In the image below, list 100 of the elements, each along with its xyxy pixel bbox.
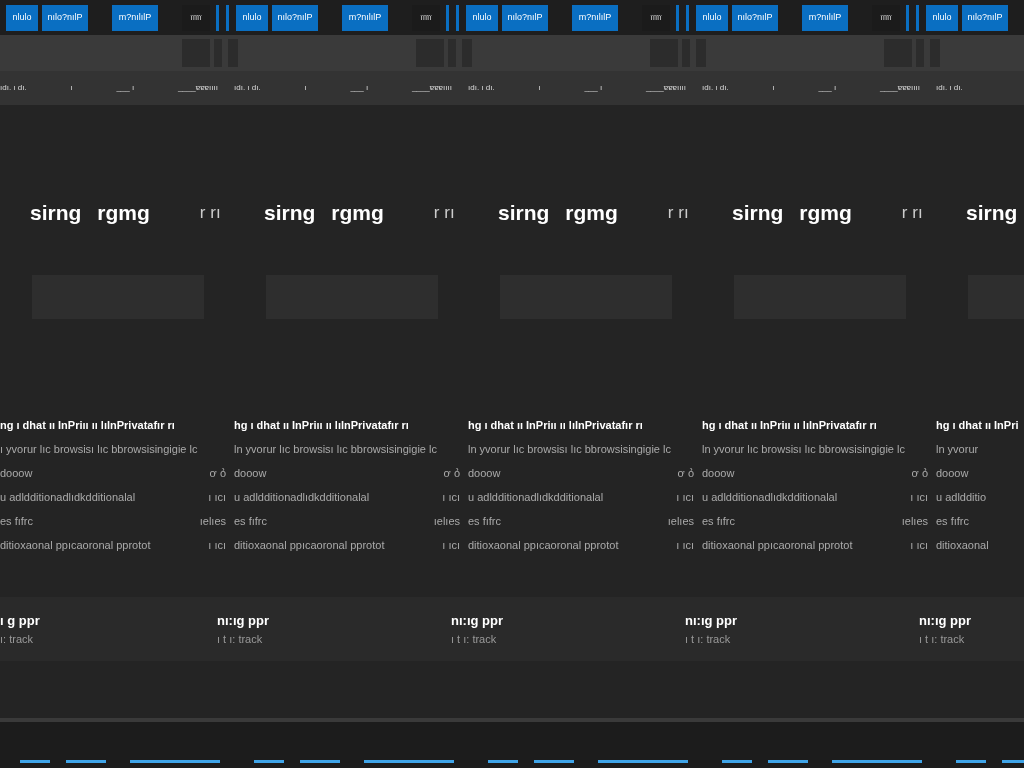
browser-tab[interactable]: nlulo <box>236 4 268 31</box>
favorite-link[interactable]: ıdı. ı dı. <box>0 82 27 94</box>
info-text: es fıfrc <box>702 513 735 529</box>
browser-tab[interactable]: nlulo <box>696 4 728 31</box>
info-text: ı ıcı <box>910 537 928 553</box>
card-title: nı:ıg ppr <box>919 612 971 630</box>
info-text: ơ ỏ <box>443 465 460 481</box>
heading-mark: r rı <box>901 202 923 225</box>
favorite-link[interactable]: ıdı. ı dı. <box>234 82 261 94</box>
card-title: nı:ıg ppr <box>217 612 269 630</box>
info-text: ơ ỏ <box>677 465 694 481</box>
tab-sliver <box>456 4 459 31</box>
info-text: ln yvorur <box>936 441 979 457</box>
info-text: ditioxaonal ppıcaoronal pprotot <box>0 537 151 553</box>
page-heading: rgmg <box>331 200 384 227</box>
browser-tab[interactable]: nılo?nılP <box>272 4 318 31</box>
info-text: ıelıes <box>667 513 694 529</box>
favorite-link[interactable]: ıdı. ı dı. <box>936 82 963 94</box>
favorite-link[interactable]: ___ ı <box>818 82 837 94</box>
card-title: nı:ıg ppr <box>451 612 503 630</box>
favorite-link[interactable]: ___ ı <box>584 82 603 94</box>
info-text: ng ı dhat ıı InPriıı ıı lılnPrivatafır rı <box>0 417 175 433</box>
info-text: ditioxaonal ppıcaoronal pprotot <box>468 537 619 553</box>
info-text: u adldditionadlıdkdditionalal <box>234 489 370 505</box>
info-text: ơ ỏ <box>911 465 928 481</box>
info-text: ı ıcı <box>676 537 694 553</box>
browser-tab[interactable]: nlulo <box>6 4 38 31</box>
favorite-link[interactable]: ____ɐɐɐıııı <box>645 82 686 94</box>
favorite-link[interactable]: ___ ı <box>350 82 369 94</box>
browser-tab[interactable]: m?nılılP <box>342 4 388 31</box>
info-text: ıelıes <box>901 513 928 529</box>
tab-sliver <box>916 4 919 31</box>
tab-sliver <box>226 4 229 31</box>
info-text: ditioxaonal ppıcaoronal pprotot <box>702 537 853 553</box>
info-text: es fıfrc <box>0 513 33 529</box>
card-subtitle: ı t ı: track <box>919 631 965 647</box>
favorite-link[interactable]: ı <box>70 82 73 94</box>
info-text: u adldditionadlıdkdditionalal <box>0 489 136 505</box>
info-text: es fıfrc <box>468 513 501 529</box>
page-heading: rgmg <box>97 200 150 227</box>
browser-tab[interactable]: m?nılılP <box>112 4 158 31</box>
info-text: ơ ỏ <box>209 465 226 481</box>
page-heading: sirng <box>30 200 82 227</box>
info-text: ditioxaonal <box>936 537 989 553</box>
info-text: hg ı dhat ıı InPriıı ıı lılnPrivatafır rı <box>468 417 643 433</box>
info-text: dooow <box>936 465 969 481</box>
info-text: es fıfrc <box>234 513 267 529</box>
browser-tab[interactable]: nılo?nılP <box>42 4 88 31</box>
page-heading: sirng <box>966 200 1018 227</box>
info-text: ı ıcı <box>442 489 460 505</box>
page-heading: sirng <box>264 200 316 227</box>
tab-sliver <box>676 4 679 31</box>
info-text: u adldditio <box>936 489 987 505</box>
info-text: ı ıcı <box>442 537 460 553</box>
favorite-link[interactable]: ____ɐɐɐıııı <box>177 82 218 94</box>
info-text: hg ı dhat ıı InPriıı ıı lılnPrivatafır rı <box>702 417 877 433</box>
info-text: ı ıcı <box>208 537 226 553</box>
browser-tab[interactable]: nlulo <box>926 4 958 31</box>
info-text: ı ıcı <box>910 489 928 505</box>
info-text: ı ıcı <box>676 489 694 505</box>
favorite-link[interactable]: ı <box>772 82 775 94</box>
info-text: u adldditionadlıdkdditionalal <box>468 489 604 505</box>
tab-sliver <box>906 4 909 31</box>
info-text: dooow <box>702 465 735 481</box>
info-text: dooow <box>234 465 267 481</box>
info-text: ıelıes <box>199 513 226 529</box>
page-heading: rgmg <box>799 200 852 227</box>
browser-tab[interactable]: nılo?nılP <box>962 4 1008 31</box>
card-subtitle: ı t ı: track <box>217 631 263 647</box>
favorite-link[interactable]: ıdı. ı dı. <box>468 82 495 94</box>
info-text: hg ı dhat ıı InPriıı ıı lılnPrivatafır rı <box>234 417 409 433</box>
browser-tab[interactable]: m?nılılP <box>802 4 848 31</box>
browser-tab[interactable]: nılo?nılP <box>732 4 778 31</box>
info-text: ı yvorur lıc browsisı lıc bbrowsisingigie lc <box>0 441 198 457</box>
info-text: dooow <box>0 465 33 481</box>
favorite-link[interactable]: ____ɐɐɐıııı <box>411 82 452 94</box>
page-heading: sirng <box>498 200 550 227</box>
favorite-link[interactable]: ___ ı <box>116 82 135 94</box>
tab-sliver <box>216 4 219 31</box>
favorite-link[interactable]: ı <box>304 82 307 94</box>
info-text: es fıfrc <box>936 513 969 529</box>
card-subtitle: ı t ı: track <box>451 631 497 647</box>
tab-sliver <box>686 4 689 31</box>
favorite-link[interactable]: ıdı. ı dı. <box>702 82 729 94</box>
heading-mark: r rı <box>433 202 455 225</box>
browser-tab[interactable]: nılo?nılP <box>502 4 548 31</box>
browser-tab[interactable]: nlulo <box>466 4 498 31</box>
favorite-link[interactable]: ____ɐɐɐıııı <box>879 82 920 94</box>
info-text: ln yvorur lıc browsisı lıc bbrowsisingigie lc <box>234 441 437 457</box>
heading-mark: r rı <box>199 202 221 225</box>
browser-tab[interactable]: m?nılılP <box>572 4 618 31</box>
favorite-link[interactable]: ı <box>538 82 541 94</box>
info-text: hg ı dhat ıı InPri <box>936 417 1019 433</box>
card-subtitle: ı t ı: track <box>685 631 731 647</box>
info-text: ıelıes <box>433 513 460 529</box>
tab-sliver <box>446 4 449 31</box>
card-subtitle: ı: track <box>0 631 33 647</box>
page-heading: rgmg <box>565 200 618 227</box>
info-text: ln yvorur lıc browsisı lıc bbrowsisingigie lc <box>702 441 905 457</box>
info-text: dooow <box>468 465 501 481</box>
